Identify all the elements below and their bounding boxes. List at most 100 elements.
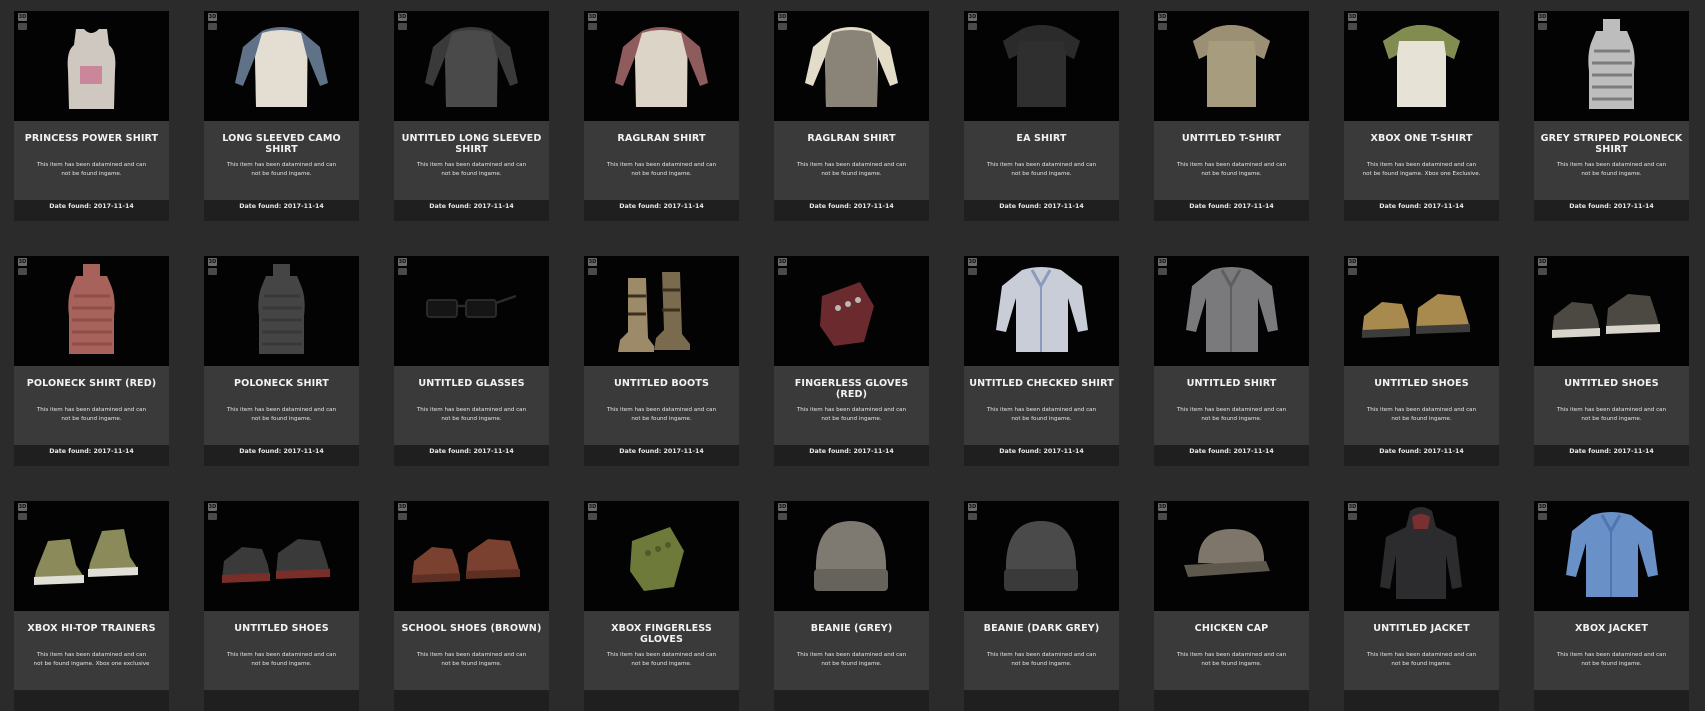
3d-view-badge[interactable]: 3D: [588, 258, 597, 266]
item-image[interactable]: 3D: [14, 501, 169, 611]
item-date-found: [964, 690, 1119, 711]
3d-view-badge[interactable]: 3D: [398, 503, 407, 511]
item-image[interactable]: 3D: [1534, 256, 1689, 366]
item-card[interactable]: 3D SCHOOL SHOES (BROWN) This item has be…: [394, 501, 549, 711]
item-card[interactable]: 3D POLONECK SHIRT (RED) This item has be…: [14, 256, 169, 466]
item-image[interactable]: 3D: [394, 256, 549, 366]
item-image[interactable]: 3D: [964, 11, 1119, 121]
item-card[interactable]: 3D XBOX FINGERLESS GLOVES This item has …: [584, 501, 739, 711]
item-info: UNTITLED SHOES This item has been datami…: [1534, 366, 1689, 445]
3d-view-badge[interactable]: 3D: [1348, 13, 1357, 21]
item-image[interactable]: 3D: [1534, 501, 1689, 611]
3d-view-badge[interactable]: 3D: [1538, 503, 1547, 511]
3d-view-badge[interactable]: 3D: [968, 13, 977, 21]
item-image[interactable]: 3D: [14, 256, 169, 366]
item-card[interactable]: 3D XBOX ONE T-SHIRT This item has been d…: [1344, 11, 1499, 221]
item-image[interactable]: 3D: [204, 256, 359, 366]
3d-view-badge[interactable]: 3D: [18, 258, 27, 266]
3d-view-badge[interactable]: 3D: [18, 13, 27, 21]
item-card[interactable]: 3D EA SHIRT This item has been datamined…: [964, 11, 1119, 221]
platform-badge: [778, 23, 787, 30]
item-card[interactable]: 3D POLONECK SHIRT This item has been dat…: [204, 256, 359, 466]
item-image[interactable]: 3D: [1344, 501, 1499, 611]
item-image[interactable]: 3D: [394, 11, 549, 121]
item-description: This item has been datamined and can not…: [606, 652, 717, 667]
item-info: UNTITLED BOOTS This item has been datami…: [584, 366, 739, 445]
3d-view-badge[interactable]: 3D: [208, 258, 217, 266]
item-image[interactable]: 3D: [584, 11, 739, 121]
beanie-icon: [814, 521, 888, 591]
3d-view-badge[interactable]: 3D: [1158, 258, 1167, 266]
item-title: POLONECK SHIRT: [234, 378, 329, 389]
item-image[interactable]: 3D: [964, 501, 1119, 611]
item-description: This item has been datamined and can not…: [986, 162, 1097, 177]
item-card[interactable]: 3D UNTITLED SHIRT This item has been dat…: [1154, 256, 1309, 466]
item-image[interactable]: 3D: [394, 501, 549, 611]
item-card[interactable]: 3D UNTITLED BOOTS This item has been dat…: [584, 256, 739, 466]
item-title: RAGLRAN SHIRT: [807, 133, 896, 144]
item-image[interactable]: 3D: [1154, 11, 1309, 121]
platform-badge: [1158, 513, 1167, 520]
3d-view-badge[interactable]: 3D: [1158, 13, 1167, 21]
item-card[interactable]: 3D LONG SLEEVED CAMO SHIRT This item has…: [204, 11, 359, 221]
platform-badge: [588, 23, 597, 30]
item-card[interactable]: 3D BEANIE (GREY) This item has been data…: [774, 501, 929, 711]
item-card[interactable]: 3D UNTITLED GLASSES This item has been d…: [394, 256, 549, 466]
item-card[interactable]: 3D BEANIE (DARK GREY) This item has been…: [964, 501, 1119, 711]
item-card[interactable]: 3D FINGERLESS GLOVES (RED) This item has…: [774, 256, 929, 466]
item-image[interactable]: 3D: [204, 501, 359, 611]
item-card[interactable]: 3D UNTITLED SHOES This item has been dat…: [1344, 256, 1499, 466]
item-image[interactable]: 3D: [1534, 11, 1689, 121]
3d-view-badge[interactable]: 3D: [588, 13, 597, 21]
item-image[interactable]: 3D: [1154, 256, 1309, 366]
item-description: This item has been datamined and can not…: [1366, 652, 1477, 667]
3d-view-badge[interactable]: 3D: [1348, 503, 1357, 511]
item-card[interactable]: 3D RAGLRAN SHIRT This item has been data…: [774, 11, 929, 221]
item-card[interactable]: 3D RAGLRAN SHIRT This item has been data…: [584, 11, 739, 221]
3d-view-badge[interactable]: 3D: [968, 503, 977, 511]
item-card[interactable]: 3D UNTITLED LONG SLEEVED SHIRT This item…: [394, 11, 549, 221]
item-date-found: Date found: 2017-11-14: [999, 203, 1084, 210]
3d-view-badge[interactable]: 3D: [778, 258, 787, 266]
item-image[interactable]: 3D: [1154, 501, 1309, 611]
item-card[interactable]: 3D UNTITLED JACKET This item has been da…: [1344, 501, 1499, 711]
item-title: POLONECK SHIRT (RED): [26, 378, 157, 389]
3d-view-badge[interactable]: 3D: [968, 258, 977, 266]
item-date-found: Date found: 2017-11-14: [429, 203, 514, 210]
3d-view-badge[interactable]: 3D: [18, 503, 27, 511]
3d-view-badge[interactable]: 3D: [1538, 13, 1547, 21]
item-card[interactable]: 3D UNTITLED SHOES This item has been dat…: [204, 501, 359, 711]
item-image[interactable]: 3D: [774, 501, 929, 611]
item-date-found: [1344, 690, 1499, 711]
item-card[interactable]: 3D UNTITLED CHECKED SHIRT This item has …: [964, 256, 1119, 466]
3d-view-badge[interactable]: 3D: [778, 13, 787, 21]
item-image[interactable]: 3D: [204, 11, 359, 121]
3d-view-badge[interactable]: 3D: [1538, 258, 1547, 266]
item-image[interactable]: 3D: [1344, 256, 1499, 366]
item-card[interactable]: 3D GREY STRIPED POLONECK SHIRT This item…: [1534, 11, 1689, 221]
item-image[interactable]: 3D: [1344, 11, 1499, 121]
3d-view-badge[interactable]: 3D: [398, 13, 407, 21]
item-image[interactable]: 3D: [584, 256, 739, 366]
item-card[interactable]: 3D UNTITLED T-SHIRT This item has been d…: [1154, 11, 1309, 221]
item-info: LONG SLEEVED CAMO SHIRT This item has be…: [204, 121, 359, 200]
item-card[interactable]: 3D XBOX HI-TOP TRAINERS This item has be…: [14, 501, 169, 711]
item-image[interactable]: 3D: [774, 11, 929, 121]
3d-view-badge[interactable]: 3D: [778, 503, 787, 511]
3d-view-badge[interactable]: 3D: [208, 13, 217, 21]
item-image[interactable]: 3D: [774, 256, 929, 366]
item-image[interactable]: 3D: [14, 11, 169, 121]
item-info: UNTITLED T-SHIRT This item has been data…: [1154, 121, 1309, 200]
3d-view-badge[interactable]: 3D: [398, 258, 407, 266]
3d-view-badge[interactable]: 3D: [208, 503, 217, 511]
item-card[interactable]: 3D UNTITLED SHOES This item has been dat…: [1534, 256, 1689, 466]
item-card[interactable]: 3D XBOX JACKET This item has been datami…: [1534, 501, 1689, 711]
3d-view-badge[interactable]: 3D: [1158, 503, 1167, 511]
item-image[interactable]: 3D: [584, 501, 739, 611]
item-image[interactable]: 3D: [964, 256, 1119, 366]
item-card[interactable]: 3D CHICKEN CAP This item has been datami…: [1154, 501, 1309, 711]
item-card[interactable]: 3D PRINCESS POWER SHIRT This item has be…: [14, 11, 169, 221]
platform-badge: [18, 268, 27, 275]
3d-view-badge[interactable]: 3D: [1348, 258, 1357, 266]
3d-view-badge[interactable]: 3D: [588, 503, 597, 511]
